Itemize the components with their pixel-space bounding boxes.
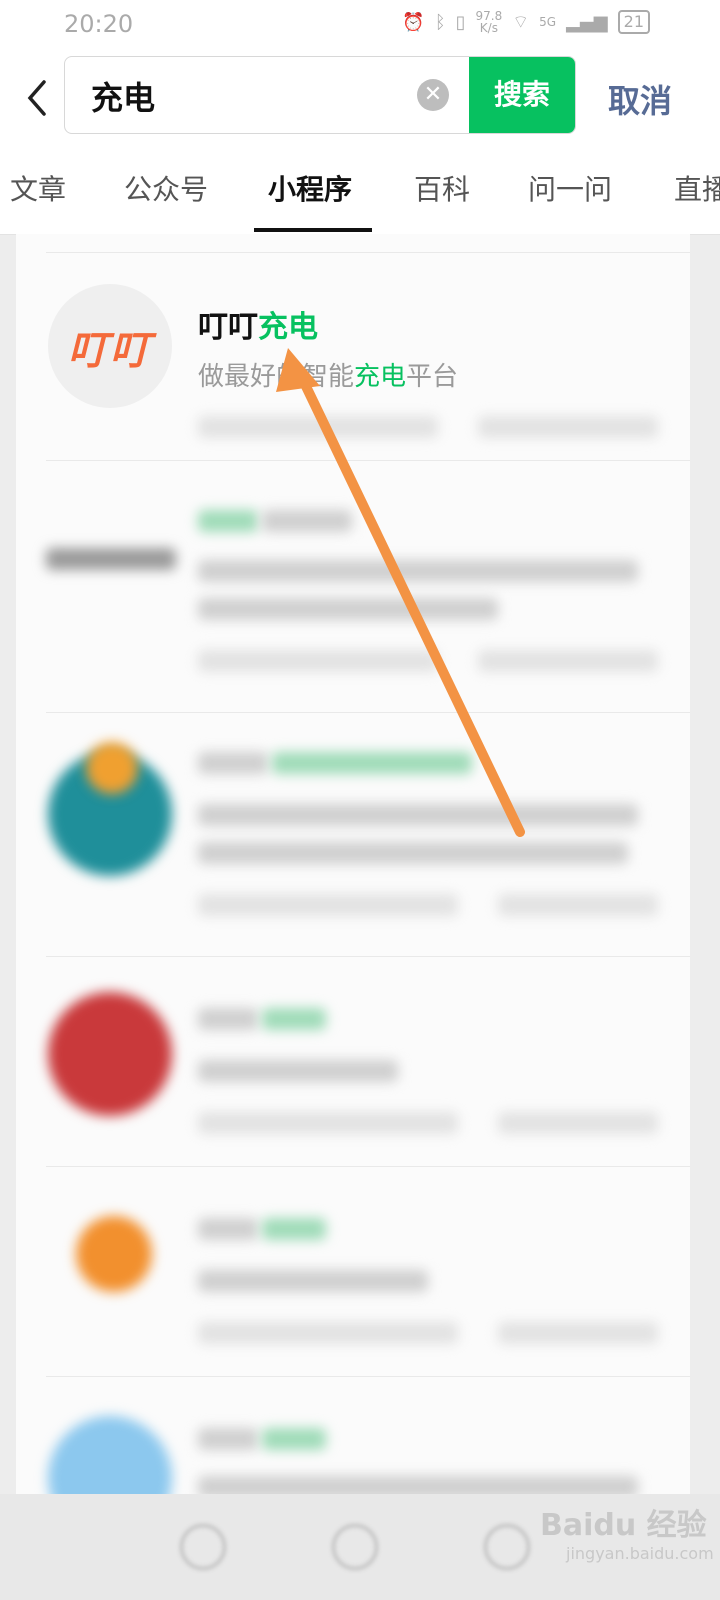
result-logo-sun — [86, 742, 138, 794]
active-tab-indicator — [254, 228, 372, 232]
result-title — [198, 1428, 258, 1450]
back-nav-icon[interactable] — [180, 1524, 226, 1570]
watermark-logo: Baidu 经验 — [540, 1508, 707, 1543]
result-meta — [498, 1322, 658, 1344]
result-title: 叮叮充电 — [198, 302, 318, 346]
result-description — [198, 598, 498, 620]
search-input[interactable]: 充电 — [91, 73, 155, 119]
tab-live[interactable]: 直播 — [674, 168, 720, 208]
desc-highlight: 充电 — [354, 362, 407, 392]
tab-mini-programs[interactable]: 小程序 — [268, 168, 352, 208]
tab-official-accounts[interactable]: 公众号 — [124, 168, 208, 208]
result-logo — [48, 992, 172, 1116]
desc-suffix: 平台 — [406, 362, 459, 392]
result-item[interactable] — [16, 712, 690, 952]
back-icon[interactable] — [24, 78, 54, 118]
search-box[interactable]: 充电 ✕ 搜索 — [64, 56, 576, 134]
battery-icon: 21 — [617, 10, 650, 34]
result-title — [262, 510, 352, 532]
search-button[interactable]: 搜索 — [469, 57, 575, 133]
network-type: 5G — [539, 15, 557, 29]
cancel-button[interactable]: 取消 — [608, 76, 672, 122]
result-description — [198, 842, 628, 864]
status-bar: 20:20 ⏰ ᛒ ▯ 97.8 K/s ⌔ 5G ▂▄▆ 21 — [0, 0, 720, 48]
result-meta — [198, 1322, 458, 1344]
result-title — [262, 1218, 326, 1240]
result-logo — [76, 1216, 152, 1292]
vibrate-icon: ▯ — [455, 11, 466, 33]
result-logo — [48, 1416, 172, 1494]
desc-prefix: 做最好的智能 — [198, 362, 355, 392]
result-meta — [198, 416, 438, 438]
result-item[interactable] — [16, 1376, 690, 1494]
network-speed: 97.8 K/s — [476, 10, 503, 34]
search-header: 充电 ✕ 搜索 取消 — [0, 48, 720, 148]
result-logo — [46, 548, 176, 570]
result-item[interactable] — [16, 956, 690, 1196]
result-description — [198, 1476, 638, 1494]
title-highlight: 充电 — [258, 310, 318, 345]
result-title — [262, 1008, 326, 1030]
result-meta — [498, 894, 658, 916]
result-title — [198, 752, 268, 774]
speed-unit: K/s — [479, 21, 498, 35]
results-list: 叮叮 叮叮充电 做最好的智能充电平台 — [16, 234, 690, 1494]
alarm-icon: ⏰ — [402, 11, 425, 33]
result-meta — [198, 1112, 458, 1134]
result-meta — [498, 1112, 658, 1134]
clear-icon[interactable]: ✕ — [417, 79, 449, 111]
result-title — [198, 1218, 258, 1240]
menu-nav-icon[interactable] — [484, 1524, 530, 1570]
result-title — [198, 510, 258, 532]
title-prefix: 叮叮 — [198, 310, 258, 345]
result-meta — [198, 894, 458, 916]
result-item[interactable] — [16, 1166, 690, 1406]
logo-text: 叮叮 — [68, 328, 152, 374]
dingding-logo: 叮叮 — [48, 284, 172, 408]
status-time: 20:20 — [64, 10, 134, 38]
watermark-url: jingyan.baidu.com — [566, 1544, 714, 1563]
result-description: 做最好的智能充电平台 — [198, 356, 458, 393]
result-item-dingding[interactable]: 叮叮 叮叮充电 做最好的智能充电平台 — [16, 252, 690, 492]
tab-encyclopedia[interactable]: 百科 — [414, 168, 470, 208]
wifi-icon: ⌔ — [512, 11, 530, 33]
status-icons: ⏰ ᛒ ▯ 97.8 K/s ⌔ 5G ▂▄▆ 21 — [402, 10, 650, 34]
result-title — [262, 1428, 326, 1450]
result-meta — [198, 650, 438, 672]
result-description — [198, 1060, 398, 1082]
result-title — [198, 1008, 258, 1030]
tab-articles[interactable]: 文章 — [10, 168, 66, 208]
result-description — [198, 1270, 428, 1292]
home-nav-icon[interactable] — [332, 1524, 378, 1570]
result-title — [272, 752, 472, 774]
result-description — [198, 560, 638, 582]
signal-icon: ▂▄▆ — [566, 11, 608, 33]
bluetooth-icon: ᛒ — [434, 11, 446, 33]
result-meta — [478, 416, 658, 438]
category-tabs: 文章 公众号 小程序 百科 问一问 直播 — [0, 148, 720, 235]
result-description — [198, 804, 638, 826]
tab-ask[interactable]: 问一问 — [528, 168, 612, 208]
result-item[interactable] — [16, 460, 690, 700]
result-meta — [478, 650, 658, 672]
